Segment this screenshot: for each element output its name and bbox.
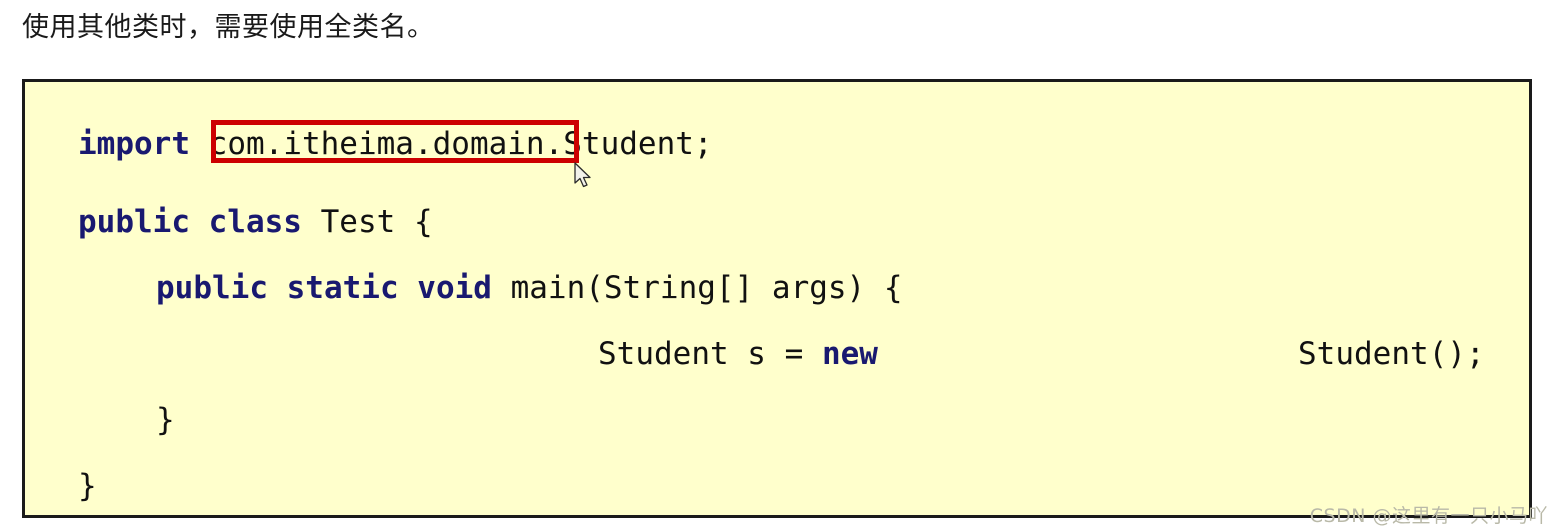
class-name-and-brace: Test { [320, 204, 433, 240]
code-line-statement: Student s = new [598, 336, 878, 372]
code-line-class-declaration: public class Test { [78, 204, 433, 240]
keyword-import: import [78, 126, 209, 162]
keyword-public-class: public class [78, 204, 321, 240]
constructor-call: Student(); [1298, 336, 1485, 372]
code-line-main-method: public static void main(String[] args) { [156, 270, 903, 306]
main-signature: main(String[] args) { [510, 270, 903, 306]
keyword-public-static-void: public static void [156, 270, 511, 306]
code-line-closing-brace-inner: } [156, 402, 175, 438]
statement-declaration: Student s = [598, 336, 822, 372]
closing-brace-inner: } [156, 402, 175, 438]
arrow-pointer-icon [574, 162, 591, 188]
csdn-watermark: CSDN @这里有一只小马吖 [1309, 505, 1548, 527]
page-title: 使用其他类时，需要使用全类名。 [22, 12, 435, 43]
import-class-suffix: .Student; [544, 126, 713, 162]
import-package-name: com.itheima.domain [208, 126, 545, 162]
code-line-statement-tail: Student(); [1298, 336, 1485, 372]
code-line-import: import com.itheima.domain.Student; [78, 126, 713, 162]
closing-brace-outer: } [78, 468, 97, 504]
code-block-panel: import com.itheima.domain.Student; publi… [22, 79, 1532, 518]
code-line-closing-brace-outer: } [78, 468, 97, 504]
keyword-new: new [821, 336, 878, 372]
